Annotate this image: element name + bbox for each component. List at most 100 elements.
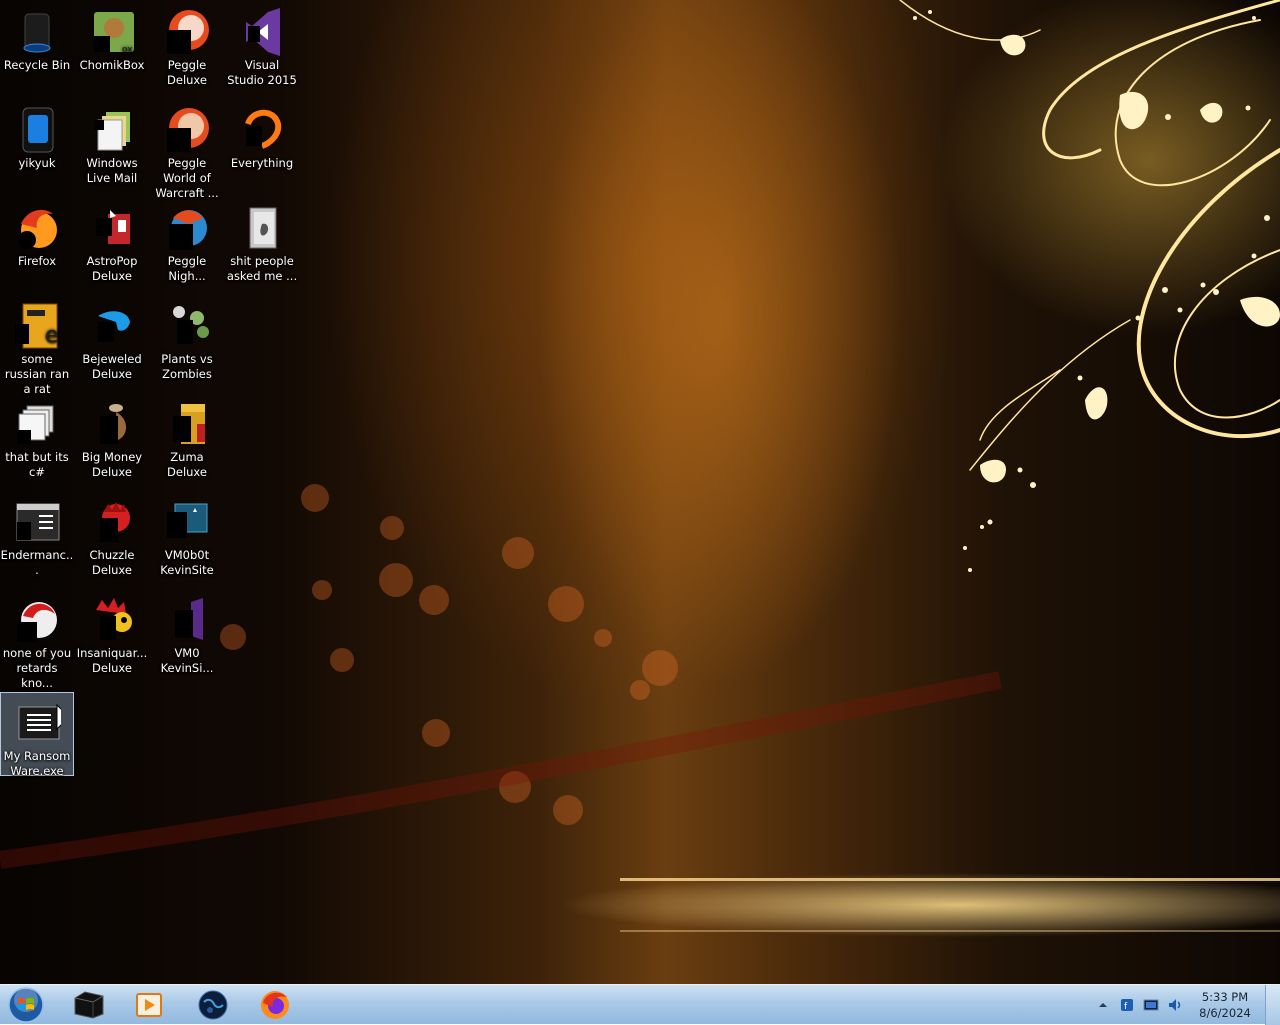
tray-app[interactable]: f: [1118, 996, 1136, 1014]
icon-label: yikyuk: [18, 156, 56, 170]
taskbar-pinned-firefox[interactable]: [248, 988, 302, 1022]
icon-label: shit people asked me ...: [226, 254, 298, 283]
terminal-icon: [74, 991, 104, 1019]
icon-label: Recycle Bin: [3, 58, 71, 72]
game-icon: [88, 596, 136, 644]
svg-text:e: e: [45, 323, 59, 348]
icon-label: Plants vs Zombies: [161, 352, 213, 381]
desktop-icon-insaniquarium[interactable]: Insaniquar... Deluxe: [75, 590, 149, 676]
phone-app-icon: [13, 106, 61, 154]
system-tray: f 5:33 PM 8/6/2024: [1091, 985, 1280, 1025]
icon-label: Everything: [230, 156, 294, 170]
icon-label: My Ransom Ware.exe: [3, 749, 71, 778]
desktop-icon-endermanc[interactable]: Endermanc...: [0, 492, 74, 578]
plant-icon: [163, 302, 211, 350]
start-orb-icon: [8, 987, 44, 1023]
console-icon: [13, 498, 61, 546]
show-hidden-icons-button[interactable]: [1094, 996, 1112, 1014]
game-icon: [163, 400, 211, 448]
icon-label: Visual Studio 2015: [227, 58, 297, 87]
desktop-icon-chuzzle[interactable]: Chuzzle Deluxe: [75, 492, 149, 578]
taskbar: f 5:33 PM 8/6/2024: [0, 984, 1280, 1025]
speaker-icon: [1169, 999, 1181, 1011]
desktop-icon-my-ransomware[interactable]: My Ransom Ware.exe: [0, 692, 75, 778]
desktop-icon-peggle-nights[interactable]: Peggle Nigh...: [150, 198, 224, 284]
peggle-icon: [163, 106, 211, 154]
icon-label: Zuma Deluxe: [167, 450, 207, 479]
desktop-icon-plants-vs-zombies[interactable]: Plants vs Zombies: [150, 296, 224, 382]
desktop-icon-yikyuk[interactable]: yikyuk: [0, 100, 74, 171]
console-icon: [13, 699, 75, 747]
icon-label: Bejeweled Deluxe: [82, 352, 142, 381]
document-icon: [238, 204, 286, 252]
icon-label: VM0b0t KevinSite: [160, 548, 214, 577]
icon-label: Endermanc...: [0, 548, 74, 577]
shortcut-icon: [13, 400, 61, 448]
visual-studio-icon: [163, 596, 211, 644]
start-button[interactable]: [4, 986, 48, 1024]
desktop-icon-vm0b0t-kevinsite[interactable]: VM0b0t KevinSite: [150, 492, 224, 578]
desktop-icon-none-of-you[interactable]: none of you retards kno...: [0, 590, 74, 691]
icon-label: Peggle Deluxe: [167, 58, 207, 87]
game-icon: [88, 400, 136, 448]
icon-label: some russian ran a rat: [4, 352, 70, 396]
clock-date: 8/6/2024: [1199, 1006, 1251, 1020]
search-app-icon: [238, 106, 286, 154]
shield-icon: f: [1121, 999, 1133, 1012]
desktop-icon-some-russian[interactable]: e some russian ran a rat: [0, 296, 74, 397]
chevron-up-icon: [1099, 1003, 1107, 1007]
desktop-background[interactable]: Recycle Bin yikyuk Firefox e some russia…: [0, 0, 1280, 984]
icon-label: ChomikBox: [79, 58, 145, 72]
desktop-icon-that-but-its-csharp[interactable]: that but its c#: [0, 394, 74, 480]
icon-label: Big Money Deluxe: [81, 450, 143, 479]
globe-icon: [198, 990, 228, 1020]
icon-label: none of you retards kno...: [2, 646, 72, 690]
taskbar-pinned-terminal[interactable]: [62, 988, 116, 1022]
desktop-icon-astropop[interactable]: AstroPop Deluxe: [75, 198, 149, 284]
media-player-icon: [136, 993, 162, 1017]
icon-label: Chuzzle Deluxe: [89, 548, 135, 577]
taskbar-pinned-media-player[interactable]: [122, 988, 176, 1022]
tray-volume[interactable]: [1166, 996, 1184, 1014]
desktop-icon-peggle-deluxe[interactable]: Peggle Deluxe: [150, 2, 224, 88]
desktop-icon-everything[interactable]: Everything: [225, 100, 299, 171]
game-icon: [88, 498, 136, 546]
peggle-icon: [163, 204, 211, 252]
desktop-icon-windows-live-mail[interactable]: Windows Live Mail: [75, 100, 149, 186]
game-icon: [88, 204, 136, 252]
svg-text:ox: ox: [122, 45, 133, 55]
desktop-icon-peggle-wow[interactable]: Peggle World of Warcraft ...: [150, 100, 224, 201]
desktop-icon-big-money[interactable]: Big Money Deluxe: [75, 394, 149, 480]
peggle-icon: [163, 8, 211, 56]
desktop-icon-vm0-kevinsite[interactable]: VM0 KevinSi...: [150, 590, 224, 676]
chomikbox-icon: ox: [88, 8, 136, 56]
icon-label: Insaniquar... Deluxe: [76, 646, 148, 675]
icon-label: VM0 KevinSi...: [160, 646, 214, 675]
shortcut-icon: e: [13, 302, 61, 350]
recycle-bin-icon: [13, 8, 61, 56]
icon-label: Firefox: [17, 254, 57, 268]
firefox-icon: [13, 204, 61, 252]
icon-label: Windows Live Mail: [86, 156, 138, 185]
network-icon: [1143, 999, 1159, 1011]
shortcut-icon: [13, 596, 61, 644]
desktop-icon-recycle-bin[interactable]: Recycle Bin: [0, 2, 74, 73]
icon-label: Peggle World of Warcraft ...: [155, 156, 219, 200]
desktop-icon-bejeweled[interactable]: Bejeweled Deluxe: [75, 296, 149, 382]
desktop-icon-shit-people-asked[interactable]: shit people asked me ...: [225, 198, 299, 284]
vm-icon: [163, 498, 211, 546]
desktop-icon-visual-studio[interactable]: Visual Studio 2015: [225, 2, 299, 88]
desktop-icon-zuma[interactable]: Zuma Deluxe: [150, 394, 224, 480]
icon-label: AstroPop Deluxe: [86, 254, 138, 283]
mail-icon: [88, 106, 136, 154]
visual-studio-icon: [238, 8, 286, 56]
icon-label: that but its c#: [5, 450, 69, 479]
tray-network[interactable]: [1142, 996, 1160, 1014]
show-desktop-button[interactable]: [1265, 985, 1280, 1025]
desktop-icon-chomikbox[interactable]: ox ChomikBox: [75, 2, 149, 73]
taskbar-clock[interactable]: 5:33 PM 8/6/2024: [1187, 989, 1263, 1021]
firefox-icon: [261, 991, 289, 1019]
clock-time: 5:33 PM: [1201, 990, 1249, 1004]
taskbar-pinned-globe[interactable]: [186, 988, 240, 1022]
desktop-icon-firefox[interactable]: Firefox: [0, 198, 74, 269]
